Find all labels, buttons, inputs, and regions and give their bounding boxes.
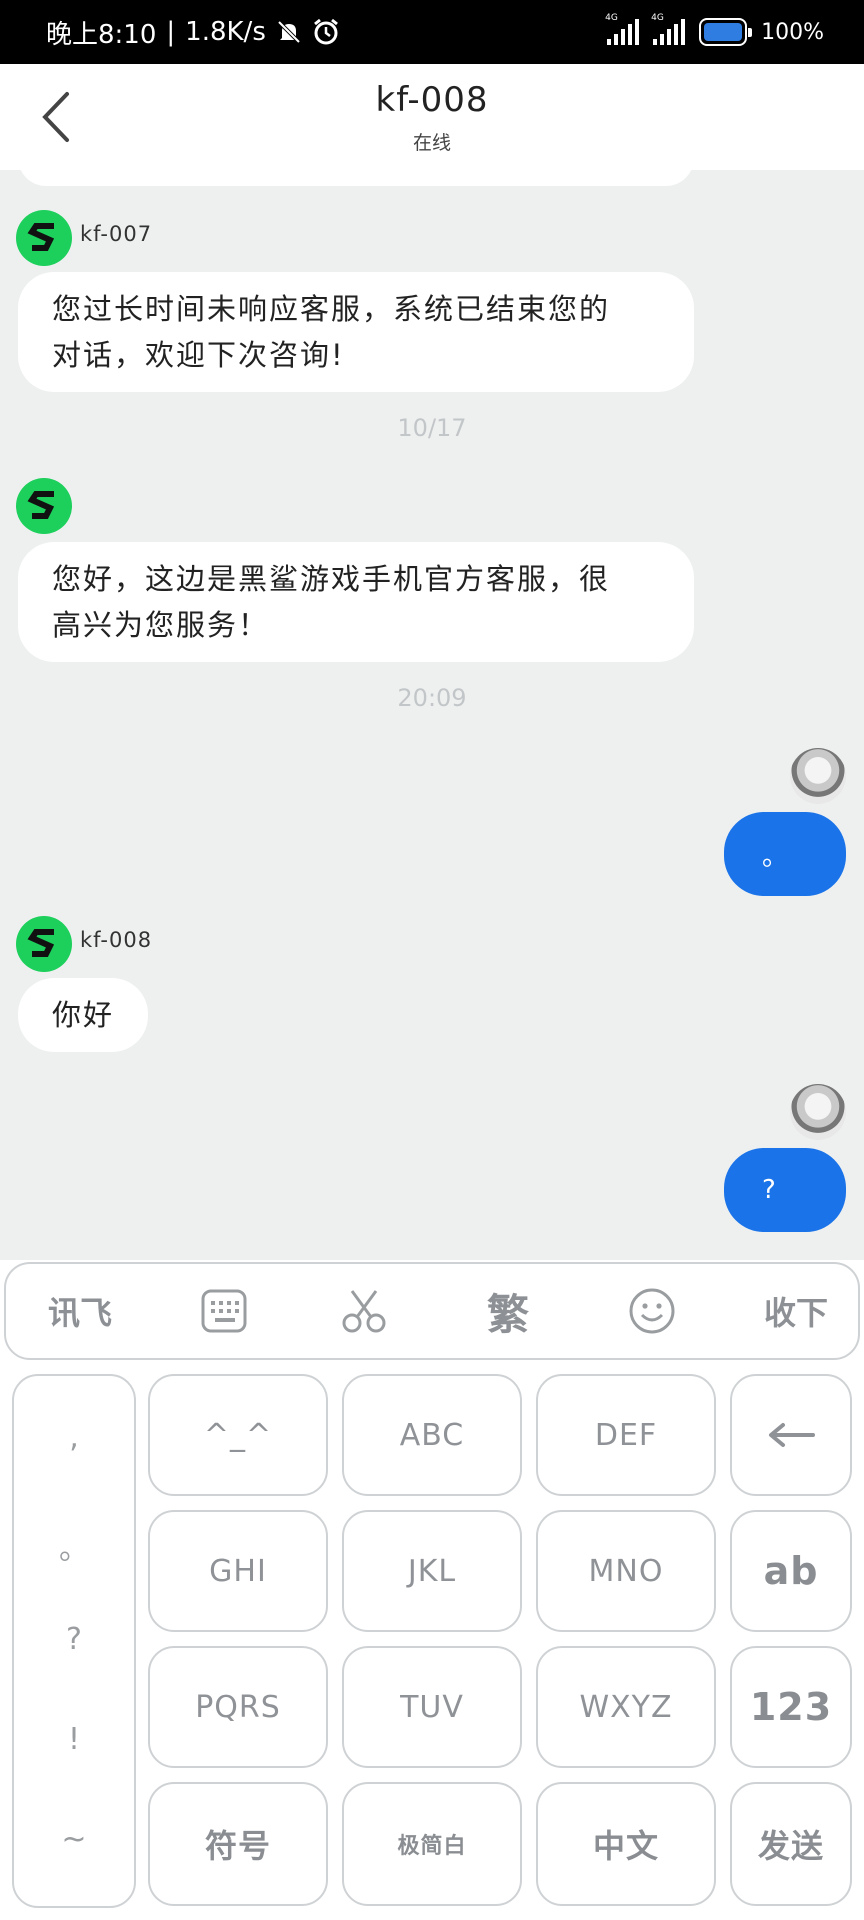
status-bar: 晚上8:10 | 1.8K/s 4G 4G 100%	[0, 0, 864, 64]
keyboard-layout-button[interactable]	[172, 1264, 276, 1358]
key-abc[interactable]: ABC	[342, 1374, 522, 1496]
message-text: 您好，这边是黑鲨游戏手机官方客服，很	[52, 562, 611, 596]
message-text: 。	[762, 841, 789, 872]
key-def[interactable]: DEF	[536, 1374, 716, 1496]
ime-keyboard: 讯飞 繁 收下 , 。 ? ! ~ ^_^ ABC DEF GHI JKL MN…	[0, 1260, 864, 1920]
time-separator: 20:09	[397, 684, 467, 712]
traditional-label: 繁	[486, 1289, 529, 1339]
user-message-bubble[interactable]: 。	[724, 812, 846, 896]
date-separator: 10/17	[397, 414, 467, 442]
ime-brand-button[interactable]: 讯飞	[28, 1264, 132, 1358]
clipboard-cut-button[interactable]	[312, 1264, 416, 1358]
key-ghi[interactable]: GHI	[148, 1510, 328, 1632]
status-time: 晚上8:10	[46, 19, 157, 50]
message-bubble[interactable]: 您过长时间未响应客服，系统已结束您的 对话，欢迎下次咨询!	[18, 272, 694, 392]
scissors-icon	[342, 1290, 386, 1333]
user-avatar[interactable]	[790, 1084, 846, 1140]
punct-comma[interactable]: ,	[14, 1420, 134, 1455]
message-text: 你好	[52, 998, 115, 1032]
signal-label-1: 4G	[605, 13, 618, 23]
collapse-keyboard-button[interactable]: 收下	[744, 1264, 848, 1358]
agent-avatar[interactable]	[16, 478, 72, 534]
signal-icon: 4G	[651, 13, 686, 45]
key-chinese[interactable]: 中文	[536, 1782, 716, 1906]
message-bubble[interactable]: 您好，这边是黑鲨游戏手机官方客服，很 高兴为您服务！	[18, 542, 694, 662]
status-right: 4G 4G 100%	[605, 0, 824, 64]
message-text: 您过长时间未响应客服，系统已结束您的	[52, 292, 611, 326]
message-text: 对话，欢迎下次咨询!	[52, 338, 345, 372]
key-tuv[interactable]: TUV	[342, 1646, 522, 1768]
agent-avatar[interactable]	[16, 210, 72, 266]
key-number-switch[interactable]: 123	[730, 1646, 852, 1768]
brand-s-logo-icon	[27, 223, 55, 251]
key-emoticon[interactable]: ^_^	[148, 1374, 328, 1496]
key-jkl[interactable]: JKL	[342, 1510, 522, 1632]
key-mno[interactable]: MNO	[536, 1510, 716, 1632]
network-speed: 1.8K/s	[185, 17, 266, 47]
punct-question[interactable]: ?	[14, 1622, 134, 1657]
battery-percent: 100%	[761, 19, 824, 45]
backspace-arrow-icon	[769, 1423, 815, 1447]
send-key[interactable]: 发送	[730, 1782, 852, 1906]
chat-header: kf-008 在线	[0, 64, 864, 170]
battery-icon	[699, 18, 753, 46]
user-avatar[interactable]	[790, 748, 846, 804]
punct-exclaim[interactable]: !	[14, 1722, 134, 1757]
signal-icon: 4G	[605, 13, 640, 45]
ime-brand-label: 讯飞	[47, 1294, 112, 1332]
punct-tilde[interactable]: ~	[14, 1822, 134, 1857]
emoji-button[interactable]	[600, 1264, 704, 1358]
smiley-icon	[629, 1288, 675, 1334]
keyboard-icon	[201, 1289, 247, 1333]
key-english-switch[interactable]: ab	[730, 1510, 852, 1632]
signal-label-2: 4G	[651, 13, 664, 23]
status-left: 晚上8:10 | 1.8K/s	[46, 0, 340, 64]
message-text: ?	[762, 1175, 776, 1205]
keyboard-toolbar: 讯飞 繁 收下	[4, 1262, 860, 1360]
key-space-theme[interactable]: 极简白	[342, 1782, 522, 1906]
alarm-clock-icon	[313, 18, 338, 45]
message-text: 高兴为您服务！	[52, 608, 270, 642]
key-pqrs[interactable]: PQRS	[148, 1646, 328, 1768]
status-divider: |	[166, 17, 176, 47]
traditional-chinese-button[interactable]: 繁	[456, 1264, 560, 1358]
punct-period[interactable]: 。	[14, 1524, 134, 1568]
chat-title: kf-008	[375, 80, 489, 120]
agent-avatar[interactable]	[16, 916, 72, 972]
collapse-label: 收下	[763, 1294, 828, 1332]
online-status: 在线	[412, 132, 451, 154]
mute-bell-icon	[277, 20, 301, 44]
chat-area[interactable]: kf-007 您过长时间未响应客服，系统已结束您的 对话，欢迎下次咨询! 10/…	[0, 170, 864, 1260]
punctuation-column[interactable]: , 。 ? ! ~	[12, 1374, 136, 1908]
key-symbols[interactable]: 符号	[148, 1782, 328, 1906]
brand-s-logo-icon	[27, 929, 55, 957]
brand-s-logo-icon	[27, 491, 55, 519]
message-bubble[interactable]: 你好	[18, 978, 149, 1052]
agent-name: kf-007	[80, 222, 153, 246]
previous-message-bubble	[18, 170, 694, 186]
agent-name: kf-008	[80, 928, 153, 952]
key-wxyz[interactable]: WXYZ	[536, 1646, 716, 1768]
backspace-key[interactable]	[730, 1374, 852, 1496]
user-message-bubble[interactable]: ?	[724, 1148, 846, 1232]
